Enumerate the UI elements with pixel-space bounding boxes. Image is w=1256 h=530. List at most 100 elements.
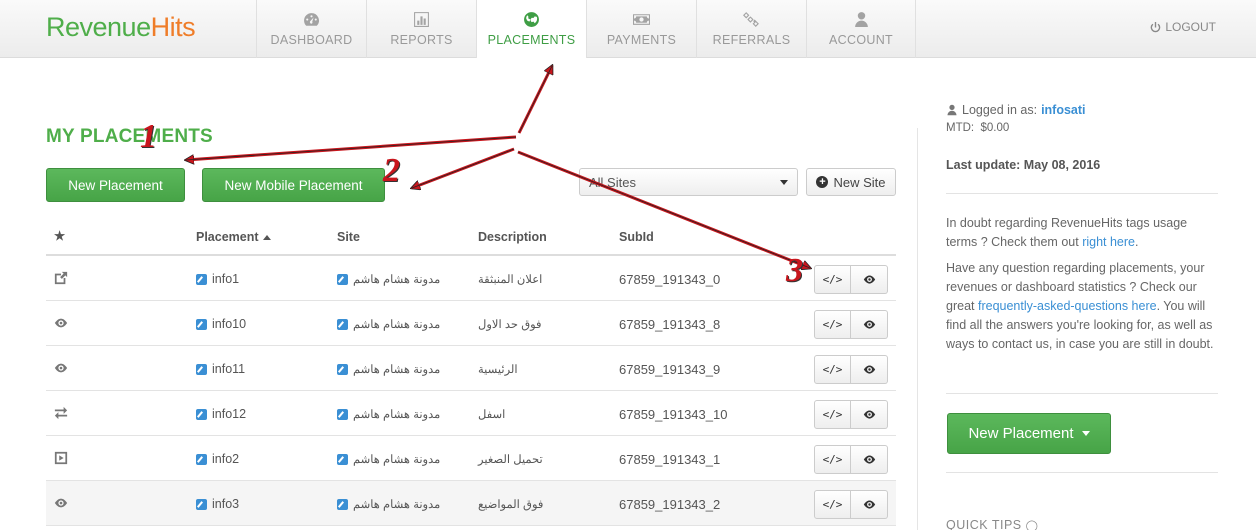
edit-icon[interactable] xyxy=(337,408,348,420)
mtd-info: MTD: $0.00 xyxy=(946,122,1218,134)
sidebar-divider-2 xyxy=(946,393,1218,394)
quick-tips-label: QUICK TIPS xyxy=(946,518,1022,530)
edit-icon[interactable] xyxy=(196,318,207,330)
description-cell: تحميل الصغير xyxy=(478,454,543,466)
site-name: مدونة هشام هاشم xyxy=(353,409,441,421)
code-icon: </> xyxy=(822,453,843,466)
placement-name-cell[interactable]: info11 xyxy=(196,362,245,376)
site-name: مدونة هشام هاشم xyxy=(353,454,441,466)
code-icon: </> xyxy=(822,273,843,286)
preview-button[interactable] xyxy=(851,400,888,429)
placement-name-cell[interactable]: info3 xyxy=(196,497,239,511)
terms-link[interactable]: right here xyxy=(1082,235,1135,249)
placement-name-cell[interactable]: info12 xyxy=(196,407,246,421)
get-code-button[interactable]: </> xyxy=(814,445,851,474)
money-icon xyxy=(633,14,650,25)
site-name: مدونة هشام هاشم xyxy=(353,274,441,286)
power-icon xyxy=(1150,21,1161,32)
sidebar-divider-1 xyxy=(946,193,1218,194)
site-cell[interactable]: مدونة هشام هاشم xyxy=(337,452,440,466)
edit-icon[interactable] xyxy=(337,363,348,375)
description-cell: فوق المواضيع xyxy=(478,499,544,511)
nav-payments[interactable]: PAYMENTS xyxy=(586,0,696,58)
row-actions: </> xyxy=(814,355,888,384)
logo-text-revenue: Revenue xyxy=(46,12,151,42)
get-code-button[interactable]: </> xyxy=(814,265,851,294)
preview-button[interactable] xyxy=(851,310,888,339)
eye-icon xyxy=(863,500,875,509)
placement-name-cell[interactable]: info2 xyxy=(196,452,239,466)
annotation-number-3: 3 xyxy=(786,252,803,289)
edit-icon[interactable] xyxy=(196,408,207,420)
get-code-button[interactable]: </> xyxy=(814,400,851,429)
logged-in-label: Logged in as: xyxy=(962,103,1038,117)
nav-account[interactable]: ACCOUNT xyxy=(806,0,916,58)
site-column-header[interactable]: Site xyxy=(337,230,360,244)
site-cell[interactable]: مدونة هشام هاشم xyxy=(337,317,440,331)
description-cell: فوق حد الاول xyxy=(478,319,542,331)
logout-link[interactable]: LOGOUT xyxy=(1150,20,1216,34)
new-site-button[interactable]: + New Site xyxy=(806,168,896,196)
placement-name: info1 xyxy=(212,272,240,286)
placement-name-cell[interactable]: info1 xyxy=(196,272,239,286)
nav-referrals-label: REFERRALS xyxy=(712,33,791,47)
user-icon xyxy=(947,104,957,116)
site-name: مدونة هشام هاشم xyxy=(353,499,441,511)
subid-cell: 67859_191343_8 xyxy=(619,317,721,332)
edit-icon[interactable] xyxy=(337,273,348,285)
nav-payments-label: PAYMENTS xyxy=(606,33,677,47)
edit-icon[interactable] xyxy=(196,363,207,375)
preview-button[interactable] xyxy=(851,355,888,384)
nav-placements[interactable]: PLACEMENTS xyxy=(476,0,586,58)
username-link[interactable]: infosati xyxy=(1041,103,1085,117)
nav-reports[interactable]: REPORTS xyxy=(366,0,476,58)
get-code-button[interactable]: </> xyxy=(814,355,851,384)
row-actions: </> xyxy=(814,310,888,339)
page-title: MY PLACEMENTS xyxy=(46,126,213,147)
placement-column-header[interactable]: Placement xyxy=(196,230,271,244)
table-header: ★ Placement Site Description SubId xyxy=(46,214,896,256)
edit-icon[interactable] xyxy=(337,498,348,510)
preview-button[interactable] xyxy=(851,490,888,519)
star-column-header[interactable]: ★ xyxy=(54,228,65,243)
caret-down-icon xyxy=(1081,431,1090,436)
site-filter-select[interactable]: All Sites xyxy=(579,168,798,196)
subid-column-header[interactable]: SubId xyxy=(619,230,654,244)
description-column-header[interactable]: Description xyxy=(478,230,547,244)
site-filter-value: All Sites xyxy=(589,175,636,190)
sidebar-new-placement-button[interactable]: New Placement xyxy=(947,413,1111,454)
preview-button[interactable] xyxy=(851,265,888,294)
eye-icon xyxy=(54,361,70,375)
new-site-label: New Site xyxy=(833,174,886,190)
placement-name-cell[interactable]: info10 xyxy=(196,317,246,331)
placement-name: info11 xyxy=(212,362,246,376)
logout-label: LOGOUT xyxy=(1165,20,1216,34)
edit-icon[interactable] xyxy=(337,453,348,465)
table-row: info3 مدونة هشام هاشم فوق المواضيع 67859… xyxy=(46,481,896,526)
site-cell[interactable]: مدونة هشام هاشم xyxy=(337,497,440,511)
preview-button[interactable] xyxy=(851,445,888,474)
new-mobile-placement-button[interactable]: New Mobile Placement xyxy=(202,168,385,202)
edit-icon[interactable] xyxy=(196,273,207,285)
nav-dashboard[interactable]: DASHBOARD xyxy=(256,0,366,58)
get-code-button[interactable]: </> xyxy=(814,310,851,339)
row-actions: </> xyxy=(814,490,888,519)
faq-link[interactable]: frequently-asked-questions here xyxy=(978,299,1157,313)
site-cell[interactable]: مدونة هشام هاشم xyxy=(337,272,440,286)
top-navbar: RevenueHits DASHBOARD REPORTS PLACEMENTS… xyxy=(0,0,1256,58)
site-cell[interactable]: مدونة هشام هاشم xyxy=(337,362,440,376)
edit-icon[interactable] xyxy=(196,453,207,465)
code-icon: </> xyxy=(822,498,843,511)
new-placement-button[interactable]: New Placement xyxy=(46,168,185,202)
quick-tips-heading: QUICK TIPS ◯ xyxy=(946,518,1218,530)
eye-icon xyxy=(863,320,875,329)
row-actions: </> xyxy=(814,400,888,429)
nav-referrals[interactable]: REFERRALS xyxy=(696,0,806,58)
edit-icon[interactable] xyxy=(196,498,207,510)
revenuehits-logo[interactable]: RevenueHits xyxy=(46,12,196,43)
subid-cell: 67859_191343_10 xyxy=(619,407,728,422)
edit-icon[interactable] xyxy=(337,318,348,330)
get-code-button[interactable]: </> xyxy=(814,490,851,519)
lightbulb-icon: ◯ xyxy=(1025,520,1039,530)
site-cell[interactable]: مدونة هشام هاشم xyxy=(337,407,440,421)
